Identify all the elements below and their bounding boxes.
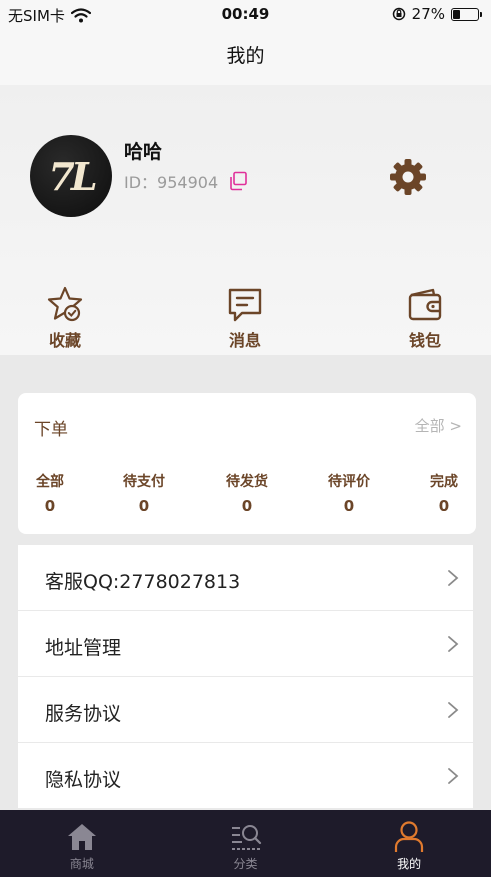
user-id-row: ID：954904 xyxy=(124,169,248,193)
avatar-logo-text: 7L xyxy=(48,153,97,199)
menu-item-label: 服务协议 xyxy=(45,703,122,725)
person-icon xyxy=(395,821,424,852)
order-status-pending-shipment[interactable]: 待发货 0 xyxy=(207,471,287,515)
user-id-value: 954904 xyxy=(157,173,219,192)
order-all-link[interactable]: 全部 > xyxy=(415,415,462,436)
battery-icon xyxy=(451,7,482,21)
order-status-label: 待评价 xyxy=(328,474,370,490)
message-icon xyxy=(228,288,262,322)
order-title: 下单 xyxy=(34,420,68,440)
chevron-right-icon xyxy=(448,570,459,586)
menu-item-service-agreement[interactable]: 服务协议 xyxy=(18,677,473,742)
star-check-icon xyxy=(47,286,83,322)
order-status-label: 待发货 xyxy=(226,474,268,490)
nav-bar: 我的 xyxy=(0,30,491,85)
order-card: 下单 全部 > 全部 0 待支付 0 待发货 0 待评价 0 完成 0 xyxy=(18,393,476,534)
username: 哈哈 xyxy=(124,141,163,163)
order-status-count: 0 xyxy=(343,497,355,515)
chevron-right-icon xyxy=(448,768,459,784)
user-id: ID：954904 xyxy=(124,169,218,193)
order-status-all[interactable]: 全部 0 xyxy=(10,471,90,515)
shortcut-favorites[interactable]: 收藏 xyxy=(20,285,110,351)
tab-label: 商城 xyxy=(69,857,94,871)
order-status-completed[interactable]: 完成 0 xyxy=(404,471,484,515)
menu-item-label: 客服QQ:2778027813 xyxy=(45,571,241,593)
menu-item-customer-service[interactable]: 客服QQ:2778027813 xyxy=(18,545,473,610)
order-status-count: 0 xyxy=(44,497,56,515)
tab-bar: 商城 分类 我的 xyxy=(0,810,491,877)
order-status-label: 待支付 xyxy=(123,474,165,490)
status-bar: 无SIM卡 00:49 27% xyxy=(0,0,491,30)
order-status-count: 0 xyxy=(241,497,253,515)
menu-item-label: 地址管理 xyxy=(45,637,122,659)
menu-item-label: 隐私协议 xyxy=(45,769,122,791)
order-status-label: 完成 xyxy=(430,474,458,490)
menu-item-address[interactable]: 地址管理 xyxy=(18,611,473,676)
user-id-label: ID： xyxy=(124,173,158,192)
shortcut-wallet[interactable]: 钱包 xyxy=(380,285,470,351)
profile-section: 7L 哈哈 ID：954904 收藏 消息 钱包 xyxy=(0,85,491,355)
orientation-lock-icon xyxy=(392,7,405,21)
tab-mall[interactable]: 商城 xyxy=(0,810,164,877)
menu-item-privacy-agreement[interactable]: 隐私协议 xyxy=(18,743,473,808)
wallet-icon xyxy=(408,288,442,321)
order-status-label: 全部 xyxy=(36,474,64,490)
chevron-right-icon xyxy=(448,636,459,652)
copy-icon[interactable] xyxy=(228,171,248,191)
tab-mine[interactable]: 我的 xyxy=(327,810,491,877)
order-status-count: 0 xyxy=(138,497,150,515)
tab-category[interactable]: 分类 xyxy=(164,810,328,877)
category-search-icon xyxy=(231,825,261,850)
tab-label: 分类 xyxy=(233,857,258,871)
battery-percent: 27% xyxy=(411,5,445,23)
shortcut-label: 钱包 xyxy=(408,331,441,350)
home-icon xyxy=(67,824,96,850)
menu-list: 客服QQ:2778027813 地址管理 服务协议 隐私协议 xyxy=(18,545,473,809)
avatar[interactable]: 7L xyxy=(30,135,112,217)
order-status-pending-review[interactable]: 待评价 0 xyxy=(309,471,389,515)
page-title: 我的 xyxy=(226,45,265,67)
tab-label: 我的 xyxy=(397,857,422,871)
order-status-count: 0 xyxy=(438,497,450,515)
chevron-right-icon xyxy=(448,702,459,718)
shortcut-label: 收藏 xyxy=(48,331,81,350)
gear-icon[interactable] xyxy=(388,157,428,197)
status-right: 27% xyxy=(392,5,482,23)
shortcut-messages[interactable]: 消息 xyxy=(200,285,290,351)
battery-fill xyxy=(453,9,461,19)
shortcut-label: 消息 xyxy=(228,331,261,350)
order-status-pending-payment[interactable]: 待支付 0 xyxy=(104,471,184,515)
